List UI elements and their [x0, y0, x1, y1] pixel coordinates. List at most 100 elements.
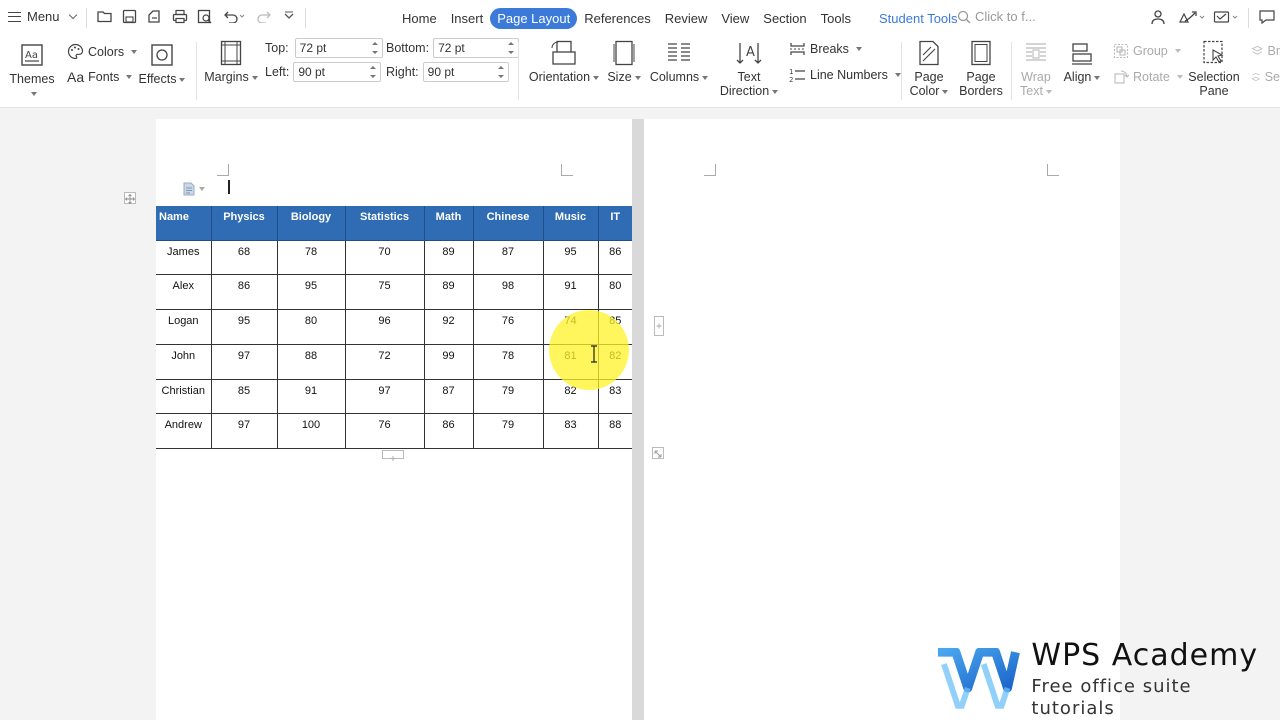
table-header-cell[interactable]: Math [423, 206, 474, 241]
table-cell[interactable]: 91 [276, 378, 346, 415]
save-icon[interactable] [122, 9, 137, 24]
table-cell[interactable]: 95 [210, 309, 278, 345]
add-column-icon[interactable] [654, 316, 664, 336]
table-cell[interactable]: James [156, 239, 212, 276]
table-cell[interactable]: 86 [210, 274, 278, 311]
spin-up-icon[interactable] [497, 66, 504, 69]
export-icon[interactable] [147, 9, 162, 24]
tab-student-tools[interactable]: Student Tools [872, 8, 965, 29]
table-cell[interactable]: Alex [156, 274, 212, 311]
table-cell[interactable]: 78 [276, 239, 346, 276]
table-cell[interactable]: 76 [344, 413, 425, 450]
share-icon[interactable] [1178, 9, 1206, 25]
table-cell[interactable]: 97 [344, 378, 425, 415]
table-cell[interactable]: 86 [423, 413, 474, 450]
themes-button[interactable]: Aa Themes [6, 41, 58, 100]
table-cell[interactable]: 70 [344, 239, 425, 276]
breaks-button[interactable]: Breaks [789, 41, 862, 57]
left-margin-input[interactable]: 90 pt [293, 62, 382, 82]
table-cell[interactable]: 99 [423, 343, 474, 380]
table-header-cell[interactable]: Biology [276, 206, 346, 241]
comment-icon[interactable] [1258, 9, 1276, 25]
spin-up-icon[interactable] [370, 66, 377, 69]
top-margin-input[interactable]: 72 pt [294, 38, 383, 58]
table-cell[interactable]: 97 [210, 343, 278, 380]
customize-toolbar-icon[interactable] [283, 9, 295, 23]
fonts-button[interactable]: Aa Fonts [67, 69, 133, 85]
group-button[interactable]: Group [1113, 43, 1181, 59]
table-cell[interactable]: 92 [423, 309, 474, 345]
page-1[interactable]: Name Physics Biology Statistics Math Chi… [156, 119, 632, 720]
send-backward-button[interactable]: Se [1251, 69, 1280, 85]
tab-tools[interactable]: Tools [814, 8, 858, 29]
page-2[interactable] [644, 119, 1120, 720]
table-cell[interactable]: Logan [156, 309, 212, 345]
table-cell[interactable]: Andrew [156, 413, 212, 450]
table-move-handle[interactable] [124, 192, 136, 205]
print-icon[interactable] [172, 9, 188, 24]
table-header-cell[interactable]: Name [156, 206, 212, 241]
table-resize-handle[interactable] [652, 447, 664, 459]
undo-icon[interactable] [223, 9, 245, 23]
tab-view[interactable]: View [714, 8, 756, 29]
document-area[interactable]: Name Physics Biology Statistics Math Chi… [0, 108, 1280, 720]
table-cell[interactable]: 98 [472, 274, 544, 311]
table-cell[interactable]: 85 [210, 378, 278, 415]
collaborate-icon[interactable] [1150, 9, 1166, 25]
table-cell[interactable]: 87 [423, 378, 474, 415]
table-cell[interactable]: 88 [597, 413, 632, 450]
table-cell[interactable]: 82 [597, 343, 632, 380]
table-cell[interactable]: 75 [344, 274, 425, 311]
search-box[interactable]: Click to f... [957, 9, 1036, 24]
table-cell[interactable]: 97 [210, 413, 278, 450]
orientation-button[interactable]: Orientation [528, 39, 600, 84]
tab-home[interactable]: Home [395, 8, 444, 29]
align-button[interactable]: Align [1060, 39, 1104, 84]
text-direction-button[interactable]: A Text Direction [716, 39, 782, 98]
spin-down-icon[interactable] [370, 75, 377, 78]
spin-down-icon[interactable] [508, 51, 515, 54]
table-cell[interactable]: 85 [597, 309, 632, 345]
table-cell[interactable]: 100 [276, 413, 346, 450]
grades-table[interactable]: Name Physics Biology Statistics Math Chi… [156, 206, 632, 450]
table-cell[interactable]: 79 [472, 378, 544, 415]
table-cell[interactable]: 89 [423, 239, 474, 276]
tab-insert[interactable]: Insert [444, 8, 491, 29]
line-numbers-button[interactable]: 12 Line Numbers [789, 67, 901, 83]
tab-references[interactable]: References [577, 8, 657, 29]
table-cell[interactable]: 72 [344, 343, 425, 380]
spin-down-icon[interactable] [497, 75, 504, 78]
table-header-cell[interactable]: Chinese [472, 206, 544, 241]
tab-review[interactable]: Review [658, 8, 715, 29]
open-icon[interactable] [97, 9, 113, 23]
table-cell[interactable]: 80 [276, 309, 346, 345]
effects-button[interactable]: Effects [137, 41, 187, 86]
page-color-button[interactable]: Page Color [906, 39, 952, 98]
table-cell[interactable]: 74 [542, 309, 599, 345]
table-cell[interactable]: 89 [423, 274, 474, 311]
table-header-cell[interactable]: Music [542, 206, 599, 241]
tab-page-layout[interactable]: Page Layout [490, 8, 578, 29]
table-header-cell[interactable]: IT [597, 206, 632, 241]
right-margin-input[interactable]: 90 pt [422, 62, 509, 82]
table-cell[interactable]: 95 [542, 239, 599, 276]
colors-button[interactable]: Colors [67, 43, 138, 60]
table-cell[interactable]: 80 [597, 274, 632, 311]
redo-icon[interactable] [256, 9, 272, 23]
columns-button[interactable]: Columns [648, 39, 710, 84]
spin-down-icon[interactable] [371, 51, 378, 54]
table-header-cell[interactable]: Statistics [344, 206, 425, 241]
add-row-icon[interactable] [382, 450, 404, 461]
table-cell[interactable]: 68 [210, 239, 278, 276]
table-cell[interactable]: 91 [542, 274, 599, 311]
table-cell[interactable]: 87 [472, 239, 544, 276]
more-options-icon[interactable] [1213, 9, 1241, 25]
bottom-margin-input[interactable]: 72 pt [433, 38, 520, 58]
table-cell[interactable]: 86 [597, 239, 632, 276]
print-preview-icon[interactable] [197, 9, 213, 24]
table-cell[interactable]: 95 [276, 274, 346, 311]
table-cell[interactable]: 96 [344, 309, 425, 345]
table-cell[interactable]: 88 [276, 343, 346, 380]
menu-button[interactable]: Menu [8, 9, 77, 24]
table-cell[interactable]: John [156, 343, 212, 380]
